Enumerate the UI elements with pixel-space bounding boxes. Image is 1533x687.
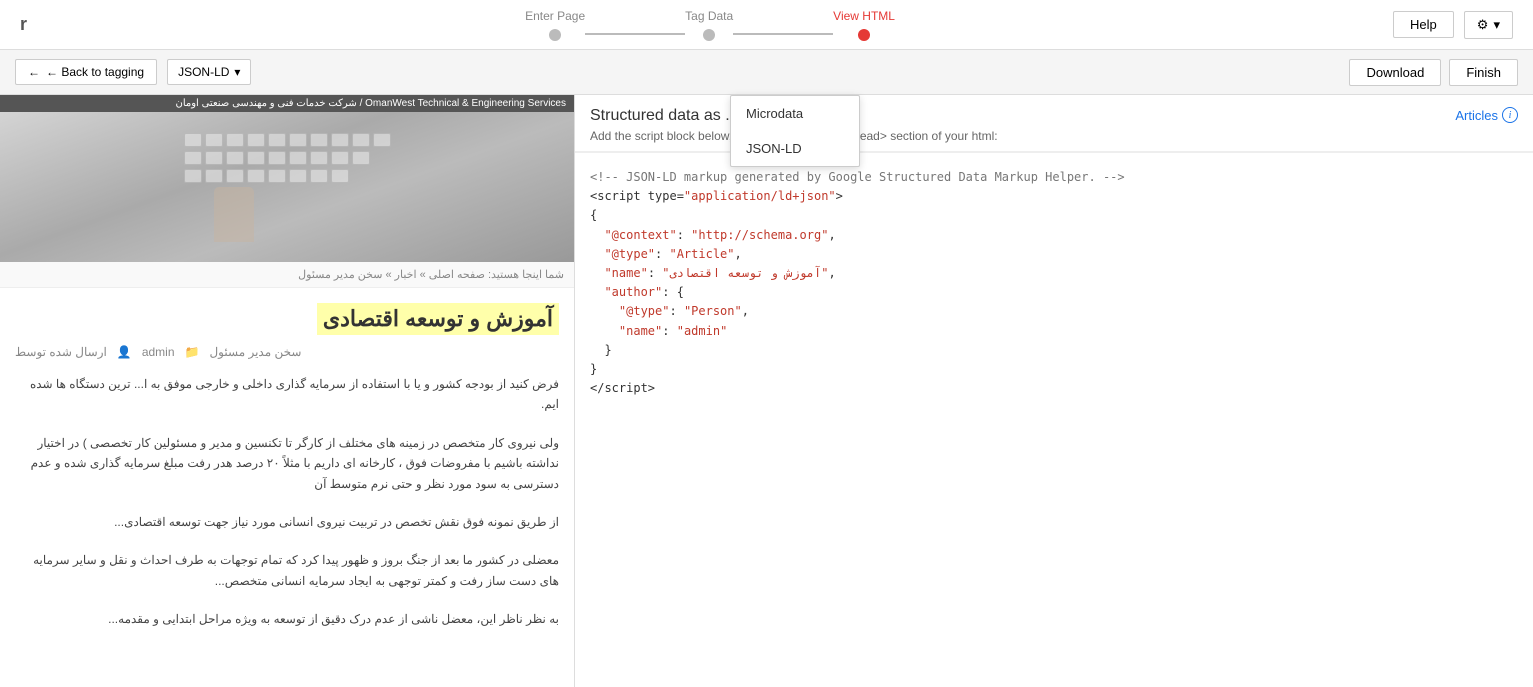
steps-progress: Enter Page Tag Data View HTML <box>525 9 895 41</box>
step-tag-data[interactable]: Tag Data <box>685 9 733 41</box>
second-toolbar: ← ← Back to tagging JSON-LD ▾ Download F… <box>0 50 1533 95</box>
second-bar-right: Download Finish <box>1349 59 1518 86</box>
code-output-area: <!-- JSON-LD markup generated by Google … <box>575 152 1533 687</box>
back-to-tagging-button[interactable]: ← ← Back to tagging <box>15 59 157 85</box>
gear-icon: ⚙ <box>1477 17 1489 33</box>
article-paragraph-5: به نظر ناظر این، معضل ناشی از عدم درک دق… <box>15 609 559 629</box>
info-icon: i <box>1502 107 1518 123</box>
download-button[interactable]: Download <box>1349 59 1441 86</box>
folder-icon: 📁 <box>185 345 200 359</box>
hero-image <box>0 112 574 262</box>
article-paragraph-3: از طریق نمونه فوق نقش تخصص در تربیت نیرو… <box>15 512 559 532</box>
chevron-down-icon: ▾ <box>1493 17 1500 33</box>
breadcrumb: شما اینجا هستید: صفحه اصلی » اخبار » سخن… <box>0 262 574 288</box>
step-enter-page-label: Enter Page <box>525 9 585 23</box>
step-tag-data-label: Tag Data <box>685 9 733 23</box>
arrow-left-icon: ← <box>28 65 40 79</box>
second-bar-left: ← ← Back to tagging JSON-LD ▾ <box>15 59 251 85</box>
step-view-html-dot <box>858 29 870 41</box>
page-header-bar: OmanWest Technical & Engineering Service… <box>0 95 574 112</box>
step-view-html[interactable]: View HTML <box>833 9 895 41</box>
format-dropdown-menu: Microdata JSON-LD <box>730 95 860 167</box>
step-connector-1 <box>585 33 685 35</box>
code-content: <!-- JSON-LD markup generated by Google … <box>590 168 1518 398</box>
step-connector-2 <box>733 33 833 35</box>
top-nav-actions: Help ⚙ ▾ <box>1393 11 1513 39</box>
article-category: سخن مدیر مسئول <box>209 345 301 359</box>
main-content: OmanWest Technical & Engineering Service… <box>0 95 1533 687</box>
article-paragraph-2: ولی نیروی کار متخصص در زمینه های مختلف ا… <box>15 433 559 494</box>
back-to-tagging-label: ← Back to tagging <box>46 65 144 79</box>
dropdown-jsonld-option[interactable]: JSON-LD <box>731 131 859 166</box>
webpage-preview-panel: OmanWest Technical & Engineering Service… <box>0 95 575 687</box>
article-meta-label: ارسال شده توسط <box>15 345 107 359</box>
help-button[interactable]: Help <box>1393 11 1454 38</box>
jsonld-label: JSON-LD <box>178 65 229 79</box>
article-content: آموزش و توسعه اقتصادی سخن مدیر مسئول 📁 a… <box>0 288 574 645</box>
article-author: admin <box>142 345 175 359</box>
finish-button[interactable]: Finish <box>1449 59 1518 86</box>
structured-data-title-text: Structured data as <box>590 107 721 124</box>
app-logo: r <box>20 14 27 35</box>
articles-link[interactable]: Articles i <box>1455 107 1518 123</box>
article-title: آموزش و توسعه اقتصادی <box>317 303 559 335</box>
step-view-html-label: View HTML <box>833 9 895 23</box>
step-tag-data-dot <box>703 29 715 41</box>
step-enter-page[interactable]: Enter Page <box>525 9 585 41</box>
code-panel-header: Structured data as ... Add the script bl… <box>575 95 1533 152</box>
top-navigation: r Enter Page Tag Data View HTML Help ⚙ ▾ <box>0 0 1533 50</box>
article-paragraph-1: فرض کنید از بودجه کشور و یا با استفاده ا… <box>15 374 559 415</box>
page-header-text: OmanWest Technical & Engineering Service… <box>175 98 566 109</box>
article-meta: سخن مدیر مسئول 📁 admin 👤 ارسال شده توسط <box>15 345 559 359</box>
settings-button[interactable]: ⚙ ▾ <box>1464 11 1513 39</box>
dropdown-arrow-icon: ▾ <box>234 65 240 79</box>
articles-link-text: Articles <box>1455 108 1498 123</box>
jsonld-dropdown[interactable]: JSON-LD ▾ <box>167 59 251 85</box>
article-paragraph-4: معضلی در کشور ما بعد از جنگ بروز و ظهور … <box>15 550 559 591</box>
code-output-panel: Structured data as ... Add the script bl… <box>575 95 1533 687</box>
user-icon: 👤 <box>117 345 132 359</box>
step-enter-page-dot <box>549 29 561 41</box>
dropdown-microdata-option[interactable]: Microdata <box>731 96 859 131</box>
